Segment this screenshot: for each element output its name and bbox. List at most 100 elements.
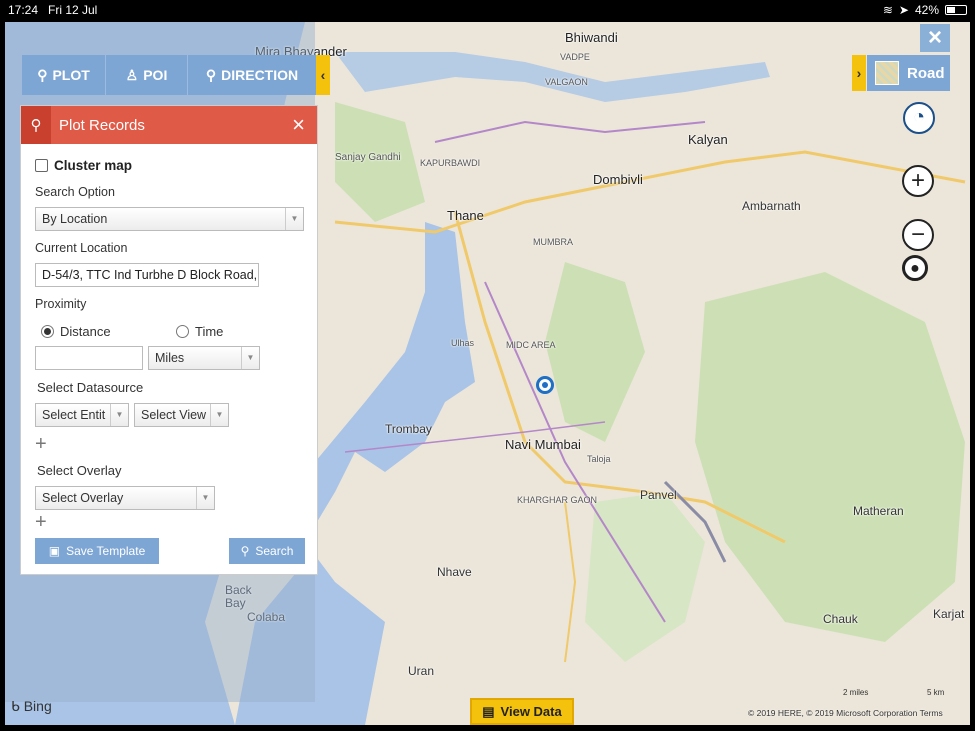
entity-select[interactable]: Select Entit ▼ [35, 403, 129, 427]
add-datasource-icon[interactable]: + [35, 433, 47, 456]
close-icon[interactable]: × [292, 112, 305, 138]
place-nhave: Nhave [437, 565, 472, 579]
plot-label: PLOT [52, 67, 90, 83]
place-trombay: Trombay [385, 422, 432, 436]
locate-me-icon[interactable]: ● [902, 255, 928, 281]
view-data-label: View Data [500, 704, 562, 719]
scale-km: 5 km [927, 688, 945, 697]
poi-icon: ♙ [125, 66, 139, 83]
poi-label: POI [143, 67, 168, 83]
place-matheran: Matheran [853, 504, 904, 518]
compass-icon[interactable]: ◔ [903, 102, 935, 134]
checkbox-icon[interactable] [35, 159, 48, 172]
place-sanjay: Sanjay Gandhi [335, 152, 401, 163]
wifi-icon: ≋ [882, 3, 893, 17]
entity-value: Select Entit [42, 408, 106, 422]
unit-select[interactable]: Miles ▼ [148, 346, 260, 370]
search-label: Search [255, 544, 294, 558]
place-midc: MIDC AREA [506, 340, 556, 350]
plot-records-header: ⚲ Plot Records × [21, 106, 317, 144]
place-valgaon: VALGAON [545, 77, 588, 87]
place-vadpe: VADPE [560, 52, 590, 62]
place-mumbra: MUMBRA [533, 237, 573, 247]
place-karjat: Karjat [933, 607, 965, 621]
current-location-label: Current Location [35, 241, 128, 255]
direction-button[interactable]: ⚲ DIRECTION [188, 55, 316, 95]
search-option-value: By Location [42, 212, 108, 226]
status-bar: 17:24 Fri 12 Jul ≋ ➤ 42% [0, 0, 975, 22]
bing-label: Bing [23, 698, 52, 714]
plot-records-panel: ⚲ Plot Records × Cluster map Search Opti… [20, 105, 318, 575]
view-value: Select View [141, 408, 207, 422]
search-icon: ⚲ [240, 544, 250, 558]
status-date: Fri 12 Jul [48, 3, 98, 17]
place-ambarnath: Ambarnath [742, 199, 801, 213]
search-option-select[interactable]: By Location ▼ [35, 207, 304, 231]
chevron-down-icon: ▼ [110, 404, 128, 426]
overlay-select[interactable]: Select Overlay ▼ [35, 486, 215, 510]
collapse-toolbar-button[interactable]: ‹ [316, 55, 330, 95]
overlay-value: Select Overlay [42, 491, 124, 505]
time-label: Time [195, 324, 224, 339]
select-overlay-label: Select Overlay [37, 463, 122, 478]
distance-radio[interactable]: Distance [41, 324, 111, 339]
scale-miles: 2 miles [843, 688, 869, 697]
chevron-down-icon: ▼ [210, 404, 228, 426]
battery-percent: 42% [914, 3, 939, 17]
place-dombivli: Dombivli [593, 172, 643, 187]
place-bhiwandi: Bhiwandi [565, 30, 618, 45]
distance-input[interactable] [35, 346, 143, 370]
road-map-icon [875, 61, 899, 85]
chevron-down-icon: ▼ [285, 208, 303, 230]
direction-icon: ⚲ [205, 66, 217, 83]
place-ulhas: Ulhas [451, 338, 475, 348]
search-button[interactable]: ⚲ Search [229, 538, 305, 564]
plot-button[interactable]: ⚲ PLOT [22, 55, 106, 95]
map-copyright: © 2019 HERE, © 2019 Microsoft Corporatio… [748, 708, 943, 718]
place-kharghar: KHARGHAR GAON [517, 495, 598, 505]
status-right: ≋ ➤ 42% [883, 3, 967, 17]
place-navi-mumbai: Navi Mumbai [505, 437, 581, 452]
place-chauk: Chauk [823, 612, 858, 626]
place-uran: Uran [408, 664, 435, 678]
save-icon: ▣ [48, 544, 61, 558]
main-toolbar: ⚲ PLOT ♙ POI ⚲ DIRECTION [22, 55, 316, 95]
chevron-down-icon: ▼ [196, 487, 214, 509]
battery-icon [945, 5, 967, 15]
time-radio[interactable]: Time [176, 324, 223, 339]
radio-selected-icon[interactable] [41, 325, 54, 338]
unit-value: Miles [155, 351, 185, 365]
view-data-button[interactable]: ▤ View Data [470, 698, 574, 725]
radio-icon[interactable] [176, 325, 189, 338]
road-view-button[interactable]: Road [867, 55, 950, 91]
status-time: 17:24 [8, 3, 39, 17]
expand-road-button[interactable]: › [852, 55, 866, 91]
cluster-map-label: Cluster map [54, 158, 133, 173]
select-datasource-label: Select Datasource [37, 380, 144, 395]
current-location-marker[interactable] [536, 376, 554, 394]
poi-button[interactable]: ♙ POI [106, 55, 188, 95]
add-overlay-icon[interactable]: + [35, 511, 47, 534]
table-icon: ▤ [482, 703, 495, 719]
place-kalyan: Kalyan [688, 132, 728, 147]
proximity-label: Proximity [35, 297, 87, 311]
distance-label: Distance [60, 324, 111, 339]
place-thane: Thane [447, 208, 484, 223]
bing-logo: ᑲ Bing [11, 698, 52, 715]
close-icon[interactable]: × [920, 24, 950, 52]
cluster-map-checkbox[interactable]: Cluster map [35, 158, 132, 173]
location-icon: ➤ [898, 3, 909, 17]
place-taloja: Taloja [587, 454, 611, 464]
place-panvel: Panvel [640, 488, 677, 502]
zoom-in-button[interactable]: + [902, 165, 934, 197]
save-template-button[interactable]: ▣ Save Template [35, 538, 159, 564]
current-location-input[interactable]: D-54/3, TTC Ind Turbhe D Block Road, [35, 263, 259, 287]
direction-label: DIRECTION [221, 67, 299, 83]
zoom-out-button[interactable]: − [902, 219, 934, 251]
view-select[interactable]: Select View ▼ [134, 403, 229, 427]
pin-icon: ⚲ [37, 66, 48, 83]
pin-icon: ⚲ [21, 106, 51, 144]
road-label: Road [907, 64, 945, 82]
search-option-label: Search Option [35, 185, 115, 199]
bing-icon: ᑲ [11, 698, 20, 714]
